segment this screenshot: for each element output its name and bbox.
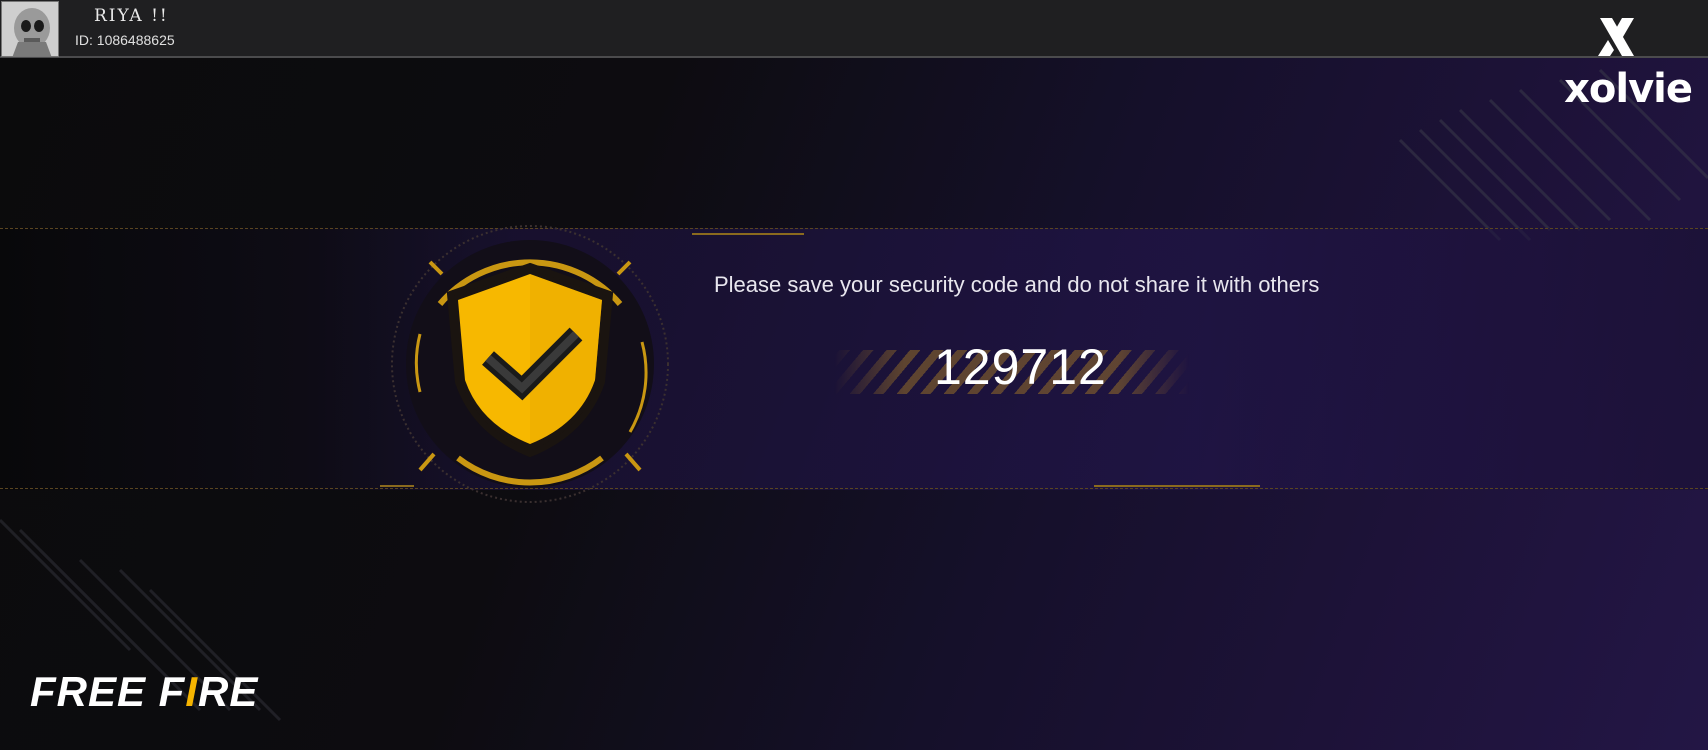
user-id: ID: 1086488625 (75, 32, 175, 48)
xolvie-logo-icon (1598, 18, 1634, 56)
shield-check-icon (391, 225, 669, 503)
logo-text-accent: I (185, 668, 199, 715)
page: RIYA !! ID: 1086488625 xolvie Please sav… (0, 0, 1708, 750)
band-top-border (0, 228, 1708, 229)
username: RIYA !! (94, 6, 169, 26)
security-code: 129712 (934, 339, 1107, 395)
band-accent-top (692, 233, 804, 235)
security-message: Please save your security code and do no… (714, 272, 1320, 297)
header-bar: RIYA !! ID: 1086488625 (0, 0, 1708, 58)
band-bottom-border (0, 488, 1708, 489)
free-fire-logo: FREE FIRE (30, 668, 258, 716)
skull-avatar-icon (2, 2, 58, 56)
logo-text-part1: FREE F (30, 668, 186, 715)
band-accent-bottom (1094, 485, 1260, 487)
logo-text-part3: RE (198, 668, 259, 715)
brand-name: xolvie (1564, 66, 1693, 112)
avatar[interactable] (1, 1, 59, 57)
